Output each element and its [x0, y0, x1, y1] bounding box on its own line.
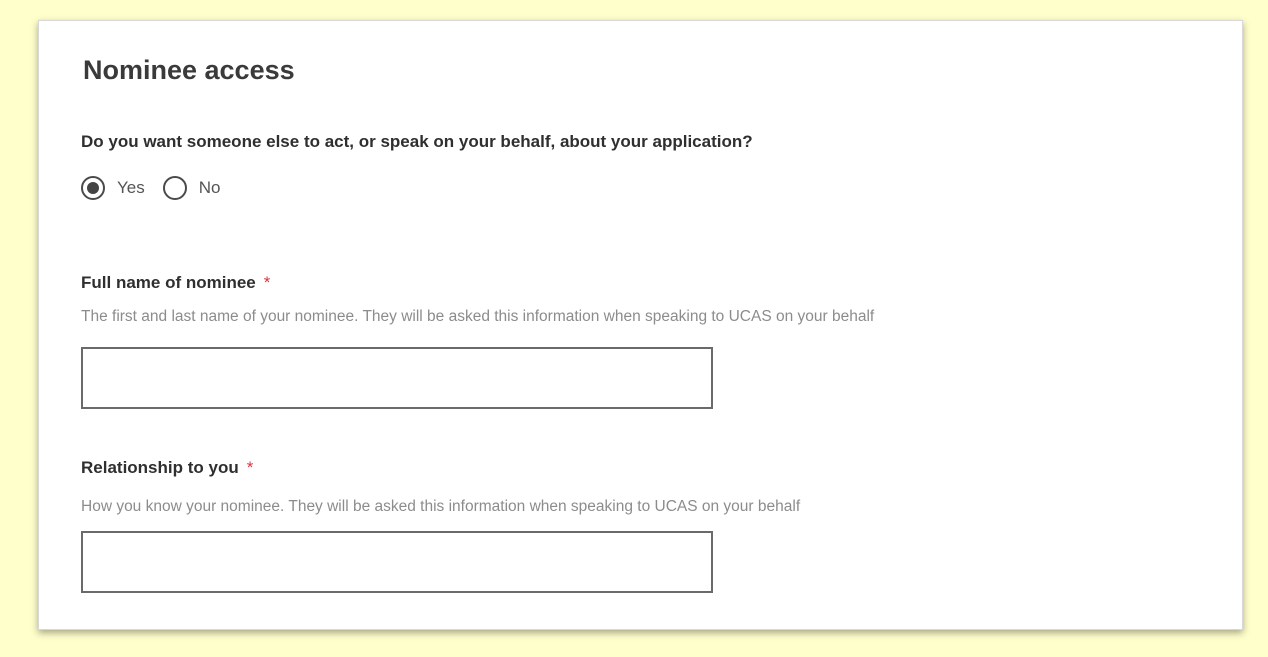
radio-yes-label: Yes — [117, 178, 145, 197]
nominee-access-card: Nominee access Do you want someone else … — [38, 20, 1243, 630]
radio-dot-icon — [87, 182, 99, 194]
required-marker: * — [263, 273, 271, 292]
relationship-input[interactable] — [81, 531, 713, 593]
relationship-hint: How you know your nominee. They will be … — [81, 498, 801, 515]
nominee-radio-group: Yes No — [81, 173, 238, 203]
radio-yes-selected-icon[interactable] — [81, 176, 105, 200]
relationship-label: Relationship to you * — [81, 458, 253, 478]
radio-option-no[interactable]: No — [162, 176, 221, 200]
page-title: Nominee access — [83, 55, 295, 85]
full-name-input[interactable] — [81, 347, 713, 409]
radio-no-label: No — [198, 178, 221, 197]
radio-option-yes[interactable]: Yes — [81, 176, 145, 200]
radio-no-unselected-icon[interactable] — [162, 176, 187, 200]
full-name-hint: The first and last name of your nominee.… — [81, 308, 875, 325]
full-name-label: Full name of nominee * — [81, 273, 270, 293]
full-name-label-text: Full name of nominee — [81, 273, 256, 292]
nominee-question: Do you want someone else to act, or spea… — [81, 132, 753, 151]
relationship-label-text: Relationship to you — [81, 458, 239, 477]
required-marker: * — [246, 458, 254, 477]
